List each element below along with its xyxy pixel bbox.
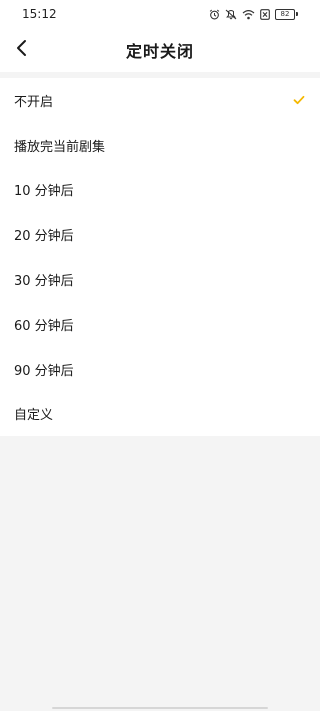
sim-off-icon	[260, 8, 270, 20]
battery-icon: 82	[275, 8, 298, 20]
page-title: 定时关闭	[125, 42, 194, 61]
option-off[interactable]: 不开启	[0, 78, 320, 123]
alarm-icon	[209, 9, 220, 20]
status-time: 15:12	[22, 7, 57, 21]
nav-bar: 定时关闭	[0, 28, 320, 72]
mute-icon	[225, 9, 237, 20]
option-label: 60 分钟后	[14, 318, 74, 334]
option-label: 不开启	[14, 94, 54, 110]
option-after-episode[interactable]: 播放完当前剧集	[0, 123, 320, 168]
option-10-min[interactable]: 10 分钟后	[0, 168, 320, 213]
option-90-min[interactable]: 90 分钟后	[0, 347, 320, 392]
check-icon	[292, 93, 306, 107]
option-20-min[interactable]: 20 分钟后	[0, 212, 320, 257]
option-label: 30 分钟后	[14, 274, 74, 290]
timer-option-list: 不开启 播放完当前剧集 10 分钟后 20 分钟后 30 分钟后 60 分钟后 …	[0, 78, 320, 437]
option-label: 播放完当前剧集	[14, 139, 106, 155]
home-indicator[interactable]	[52, 707, 268, 709]
option-custom[interactable]: 自定义	[0, 392, 320, 437]
status-icons: 82	[209, 8, 298, 20]
option-60-min[interactable]: 60 分钟后	[0, 302, 320, 347]
wifi-icon	[242, 9, 255, 20]
back-button[interactable]	[8, 36, 36, 64]
option-30-min[interactable]: 30 分钟后	[0, 257, 320, 302]
option-label: 自定义	[14, 408, 54, 424]
top-area: 15:12 82 定时关闭	[0, 0, 320, 72]
status-bar: 15:12 82	[0, 0, 320, 28]
battery-level: 82	[275, 8, 295, 20]
battery-tip	[296, 12, 298, 16]
option-label: 20 分钟后	[14, 229, 74, 245]
option-label: 90 分钟后	[14, 363, 74, 379]
option-label: 10 分钟后	[14, 184, 74, 200]
chevron-left-icon	[15, 39, 29, 61]
